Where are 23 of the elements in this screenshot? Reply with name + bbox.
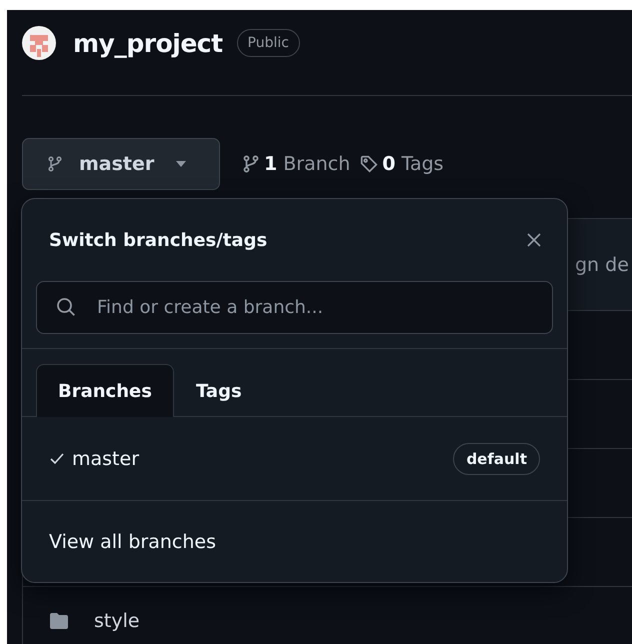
branch-select-button[interactable]: master bbox=[22, 138, 220, 190]
search-icon bbox=[56, 297, 76, 317]
branches-link[interactable]: 1 Branch bbox=[242, 153, 350, 175]
default-badge: default bbox=[453, 442, 540, 474]
repo-name[interactable]: my_project bbox=[73, 28, 223, 58]
commit-message: gn de bbox=[575, 254, 629, 276]
branch-icon bbox=[47, 156, 63, 172]
branch-icon bbox=[242, 155, 260, 173]
branch-item[interactable]: master default bbox=[22, 417, 567, 501]
avatar-icon bbox=[21, 25, 57, 61]
tag-icon bbox=[360, 155, 378, 173]
visibility-badge: Public bbox=[236, 29, 300, 57]
folder-icon bbox=[50, 613, 68, 629]
branch-name: master bbox=[72, 448, 140, 470]
tags-link[interactable]: 0 Tags bbox=[360, 153, 444, 175]
close-icon bbox=[527, 233, 541, 247]
view-all-branches-link[interactable]: View all branches bbox=[49, 530, 216, 552]
search-field[interactable]: Find or create a branch... bbox=[36, 281, 553, 334]
tab[interactable]: Branches bbox=[36, 364, 174, 417]
caret-icon bbox=[176, 161, 186, 167]
dropdown-title: Switch branches/tags bbox=[49, 230, 268, 250]
tab[interactable]: Tags bbox=[174, 364, 264, 417]
file-link[interactable]: style bbox=[94, 610, 140, 632]
